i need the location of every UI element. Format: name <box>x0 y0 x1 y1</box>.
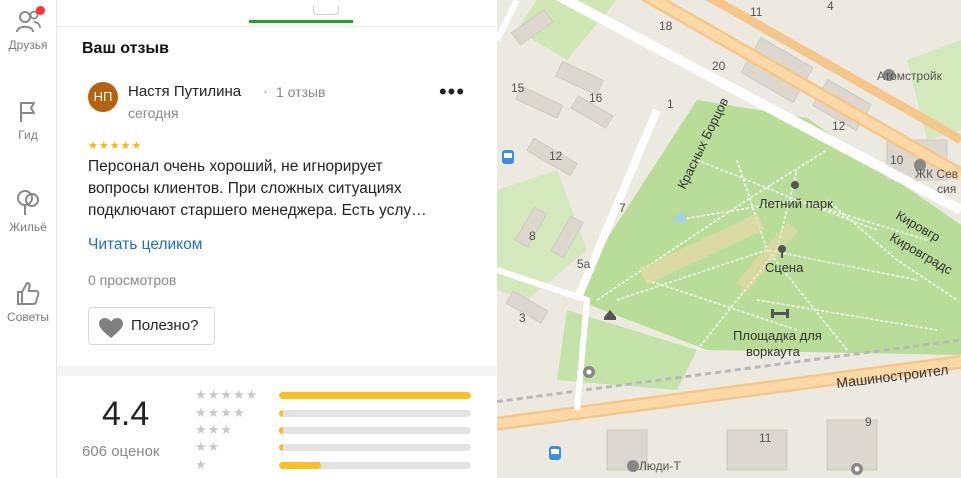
house-number: 15 <box>511 81 525 95</box>
author-name[interactable]: Настя Путилина <box>128 83 241 100</box>
map[interactable]: 18 11 4 20 15 16 1 12 12 10 7 8 5а 3 11 … <box>497 0 961 478</box>
rating-dist-fill <box>279 410 283 417</box>
tab-bar <box>57 0 497 27</box>
tab-chip[interactable] <box>313 6 339 15</box>
heart-icon <box>99 318 123 338</box>
thumbs-up-icon <box>17 282 40 305</box>
house-number: 16 <box>589 91 603 105</box>
tab-active-indicator <box>249 20 353 23</box>
read-more-link[interactable]: Читать целиком <box>88 236 202 254</box>
map-label-workout[interactable]: Площадка для <box>733 328 822 343</box>
review-stars: ★★★★★ <box>88 140 143 152</box>
review-text: Персонал очень хороший, не игнорирует во… <box>88 156 483 222</box>
house-number: 9 <box>865 415 872 429</box>
review-panel: Ваш отзыв НП Настя Путилина · 1 отзыв се… <box>57 0 497 478</box>
rating-dist-track <box>279 427 471 434</box>
house-number: 1 <box>667 97 674 111</box>
rating-dist-track <box>279 410 471 417</box>
nav-guide-label: Гид <box>18 128 38 142</box>
map-canvas[interactable]: 18 11 4 20 15 16 1 12 12 10 7 8 5а 3 11 … <box>497 0 961 478</box>
rating-dist-track <box>279 444 471 451</box>
house-number: 20 <box>712 59 726 73</box>
rating-dist-stars: ★★★ <box>195 422 233 437</box>
author-review-count: 1 отзыв <box>276 84 326 100</box>
review-date: сегодня <box>128 105 179 121</box>
house-number: 4 <box>827 0 834 13</box>
section-divider <box>57 366 497 376</box>
rating-dist-stars: ★★★★ <box>195 405 246 420</box>
house-number: 8 <box>529 229 536 243</box>
views-count: 0 просмотров <box>88 272 177 288</box>
rating-dist-stars: ★ <box>195 457 208 472</box>
nav-tips-label: Советы <box>7 310 49 324</box>
house-number: 11 <box>750 5 763 19</box>
rating-dist-track <box>279 392 471 399</box>
more-options-button[interactable]: ••• <box>438 81 466 107</box>
park-pin-icon[interactable] <box>791 181 799 189</box>
nav-friends[interactable]: Друзья <box>0 6 56 52</box>
map-label-poi[interactable]: Атомстройк <box>877 69 943 83</box>
nav-housing-label: Жильё <box>9 220 47 234</box>
useful-button[interactable]: Полезно? <box>88 307 215 345</box>
map-label-poi[interactable]: ЖК Сев <box>915 167 958 181</box>
review-text-line: вопросы клиентов. При сложных ситуациях <box>88 180 402 197</box>
bus-stop-icon[interactable] <box>549 446 561 460</box>
map-label-poi[interactable]: сия <box>937 182 956 196</box>
rating-value: 4.4 <box>102 395 150 433</box>
nav-tips[interactable]: Советы <box>0 280 56 324</box>
review-text-line: Персонал очень хороший, не игнорирует <box>88 158 383 175</box>
rating-dist-fill <box>279 444 283 451</box>
separator-dot: · <box>263 83 268 100</box>
place-pin-icon[interactable] <box>851 463 863 475</box>
useful-button-label: Полезно? <box>131 317 199 334</box>
nav-rail: Друзья Гид Жильё Советы <box>0 0 57 478</box>
review-text-line: подключают старшего менеджера. Есть услу… <box>88 202 427 219</box>
rating-count: 606 оценок <box>82 443 160 460</box>
housing-icon <box>17 190 39 215</box>
rating-dist-fill <box>279 462 322 469</box>
avatar[interactable]: НП <box>88 82 118 112</box>
nav-friends-label: Друзья <box>8 38 48 52</box>
house-number: 18 <box>659 19 673 33</box>
rating-dist-fill <box>279 427 283 434</box>
nav-guide[interactable]: Гид <box>0 100 56 142</box>
map-label-workout[interactable]: воркаута <box>746 344 801 359</box>
house-number: 3 <box>519 311 526 325</box>
house-number: 12 <box>549 149 563 163</box>
house-number: 10 <box>890 153 904 167</box>
building-icon[interactable] <box>627 460 639 472</box>
map-label-park[interactable]: Летний парк <box>759 196 833 211</box>
bus-stop-icon[interactable] <box>502 150 514 164</box>
map-label-stage[interactable]: Сцена <box>765 260 804 275</box>
house-number: 5а <box>577 257 591 271</box>
nav-housing[interactable]: Жильё <box>0 188 56 234</box>
rating-dist-track <box>279 462 471 469</box>
notification-dot <box>36 6 45 15</box>
flag-icon <box>20 102 35 122</box>
map-label-poi[interactable]: Люди-Т <box>639 459 681 473</box>
place-pin-icon[interactable] <box>583 366 595 378</box>
section-title: Ваш отзыв <box>82 40 169 57</box>
house-number: 7 <box>619 201 626 215</box>
house-number: 12 <box>832 119 846 133</box>
rating-dist-stars: ★★★★★ <box>195 387 259 402</box>
rating-dist-fill <box>279 392 471 399</box>
rating-dist-stars: ★★ <box>195 439 221 454</box>
house-number: 11 <box>759 431 772 445</box>
